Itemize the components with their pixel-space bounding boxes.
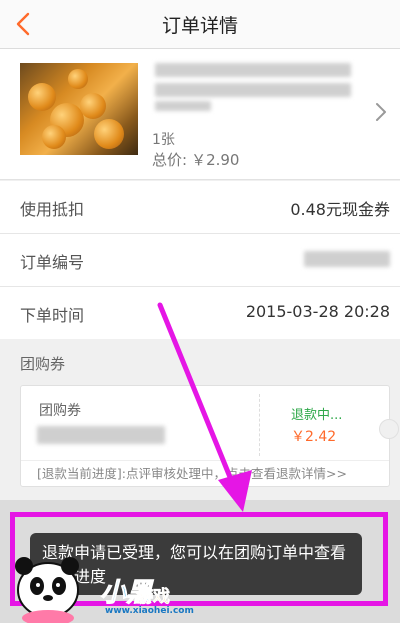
- price-value: ￥2.90: [191, 151, 240, 169]
- order-number-label: 订单编号: [20, 253, 85, 272]
- product-image: [20, 63, 138, 155]
- discount-value: 0.48元现金券: [290, 200, 390, 219]
- order-time-value: 2015-03-28 20:28: [245, 302, 390, 321]
- blurred-product-name: [155, 83, 351, 97]
- product-card[interactable]: 1张 总价: ￥2.90: [0, 49, 400, 180]
- section-heading: 团购券: [20, 355, 66, 373]
- row-order-number: 订单编号: [0, 234, 400, 287]
- chevron-right-icon[interactable]: [374, 101, 388, 123]
- refund-progress-link[interactable]: [退款当前进度]:点评审核处理中，点击查看退款详情>>: [21, 460, 389, 487]
- coupon-notch: [379, 419, 399, 439]
- watermark-brand-suffix: 游戏: [136, 587, 171, 608]
- refund-status: 退款中...: [291, 408, 343, 423]
- page-title: 订单详情: [161, 15, 238, 37]
- row-discount: 使用抵扣 0.48元现金券: [0, 181, 400, 234]
- blurred-product-name: [155, 101, 211, 111]
- row-order-time: 下单时间 2015-03-28 20:28: [0, 287, 400, 340]
- product-quantity: 1张: [152, 132, 175, 148]
- blurred-product-name: [155, 63, 351, 77]
- group-coupon-section: 团购券 团购券 退款中... ￥2.42 [退款当前进度]:点评审核处理中，点击…: [0, 339, 400, 499]
- price-label: 总价:: [152, 151, 188, 169]
- watermark-url: www.xiaohei.com: [105, 606, 194, 616]
- discount-label: 使用抵扣: [20, 200, 85, 219]
- coupon-card[interactable]: 团购券 退款中... ￥2.42 [退款当前进度]:点评审核处理中，点击查看退款…: [20, 385, 399, 487]
- refund-amount: ￥2.42: [291, 429, 337, 445]
- coupon-name: 团购券: [39, 403, 81, 419]
- blurred-order-number: [304, 251, 390, 267]
- order-time-label: 下单时间: [20, 306, 85, 325]
- blurred-coupon-code: [37, 426, 165, 444]
- coupon-divider: [259, 394, 260, 456]
- product-total-price: 总价: ￥2.90: [152, 149, 239, 170]
- navigation-bar: 订单详情: [0, 0, 400, 49]
